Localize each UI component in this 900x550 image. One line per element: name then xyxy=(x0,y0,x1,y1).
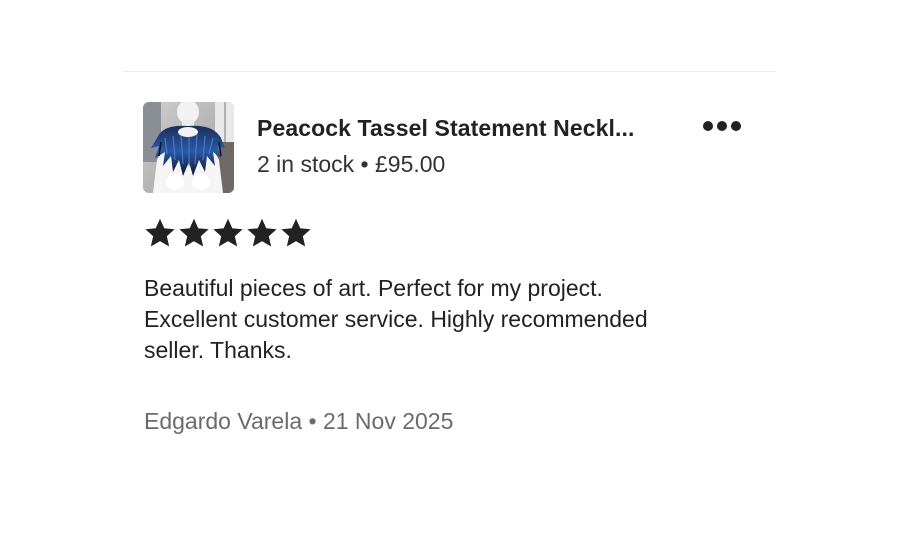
ellipsis-icon xyxy=(731,121,741,131)
ellipsis-icon xyxy=(703,121,713,131)
section-divider xyxy=(123,71,776,72)
star-filled-icon xyxy=(213,218,243,247)
ellipsis-icon xyxy=(717,121,727,131)
listing-stock-price: 2 in stock • £95.00 xyxy=(257,151,446,177)
more-options-button[interactable] xyxy=(696,112,748,140)
listing-title[interactable]: Peacock Tassel Statement Neckl... xyxy=(257,115,634,142)
necklace-image xyxy=(143,102,234,193)
star-filled-icon xyxy=(179,218,209,247)
star-rating xyxy=(145,218,311,248)
review-byline: Edgardo Varela • 21 Nov 2025 xyxy=(144,408,454,434)
review-text: Beautiful pieces of art. Perfect for my … xyxy=(144,275,648,363)
star-filled-icon xyxy=(281,218,311,247)
star-filled-icon xyxy=(247,218,277,247)
product-thumbnail[interactable] xyxy=(143,102,234,193)
star-filled-icon xyxy=(145,218,175,247)
